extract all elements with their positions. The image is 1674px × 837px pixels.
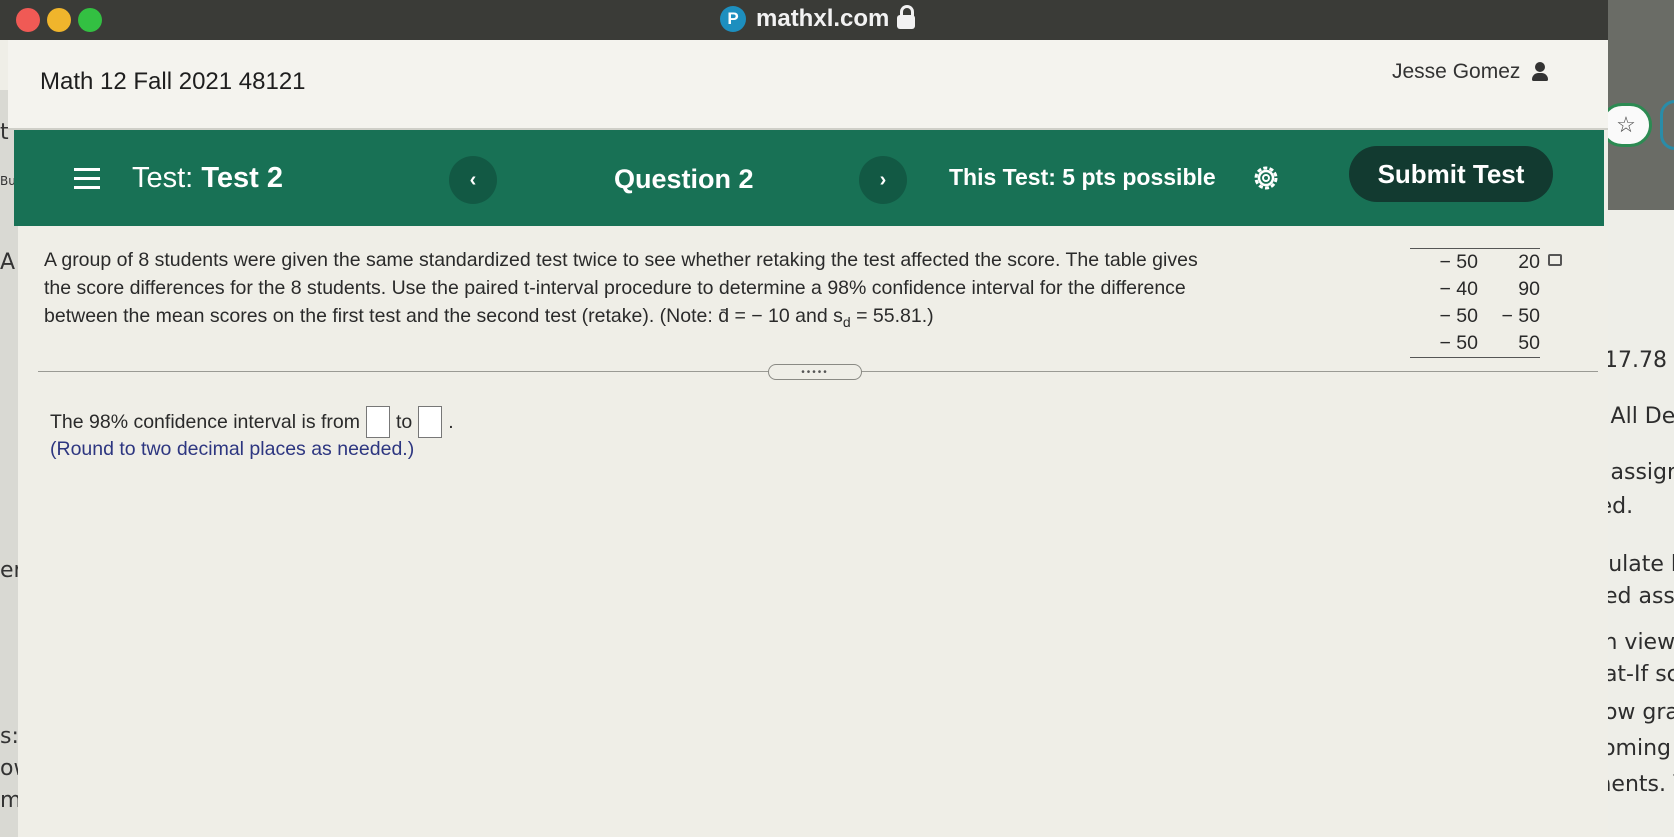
question-line: the score differences for the 8 students…: [44, 277, 1186, 299]
table-cell: − 50: [1439, 305, 1479, 327]
answer-line: The 98% confidence interval is from to .: [50, 406, 454, 438]
table-cell: − 50: [1501, 305, 1541, 327]
bg-text: ow t: [0, 756, 20, 781]
chevron-left-icon: ‹: [469, 168, 477, 191]
previous-question-button[interactable]: ‹: [449, 156, 497, 204]
gear-icon[interactable]: [1251, 163, 1281, 193]
hamburger-menu-icon[interactable]: [74, 168, 100, 189]
question-panel: A group of 8 students were given the sam…: [18, 226, 1598, 837]
lower-bound-input[interactable]: [365, 406, 390, 438]
user-icon: [1532, 62, 1549, 82]
points-possible: This Test: 5 pts possible: [949, 164, 1216, 190]
resize-handle[interactable]: •••••: [768, 364, 862, 380]
table-row: − 50 − 50: [1410, 303, 1541, 330]
table-cell: − 50: [1439, 251, 1479, 273]
bg-text: em: [0, 558, 20, 583]
test-toolbar: Test: Test 2 ‹ Question 2 › This Test: 5…: [14, 130, 1604, 226]
question-line-text: = 55.81.): [850, 305, 934, 327]
maximize-window-button[interactable]: [78, 8, 102, 32]
question-line: between the mean scores on the first tes…: [44, 302, 1304, 336]
bg-text: mor: [0, 788, 20, 813]
user-menu[interactable]: Jesse Gomez: [1392, 60, 1549, 84]
test-name: Test 2: [201, 162, 283, 194]
pearson-logo-icon: P: [720, 6, 746, 32]
table-cell: 50: [1518, 332, 1540, 354]
test-title: Test: Test 2: [132, 162, 283, 195]
chevron-right-icon: ›: [879, 168, 887, 191]
star-icon: ☆: [1616, 112, 1636, 137]
url-text: mathxl.com: [756, 5, 890, 32]
upper-bound-input[interactable]: [418, 406, 443, 438]
submit-test-button[interactable]: Submit Test: [1349, 146, 1553, 202]
lock-icon: [897, 5, 916, 29]
table-cell: 90: [1518, 278, 1540, 300]
background-ring-button: [1660, 100, 1674, 150]
table-row: − 40 90: [1410, 276, 1541, 303]
table-cell: − 40: [1439, 278, 1479, 300]
question-label: Question 2: [614, 164, 754, 194]
title-bar: P mathxl.com: [0, 0, 1608, 40]
bg-text: A: [0, 250, 16, 275]
url-bar[interactable]: P mathxl.com: [720, 4, 916, 34]
answer-prefix: The 98% confidence interval is from: [50, 410, 360, 433]
rounding-note: (Round to two decimal places as needed.): [50, 438, 415, 460]
question-line: A group of 8 students were given the sam…: [44, 249, 1198, 271]
next-question-button[interactable]: ›: [859, 156, 907, 204]
browser-window: P mathxl.com t Bu A em s: Ca ow t mor Ma…: [0, 0, 1608, 837]
bg-text: s: Ca: [0, 724, 20, 749]
question-text: A group of 8 students were given the sam…: [44, 246, 1304, 336]
table-row: − 50 20: [1410, 249, 1541, 276]
question-line-text: between the mean scores on the first tes…: [44, 305, 843, 327]
subscript-d: d: [842, 313, 851, 330]
table-row: − 50 50: [1410, 330, 1541, 357]
answer-to: to: [395, 410, 413, 433]
score-difference-table: − 50 20 − 40 90 − 50 − 50 − 50 50: [1410, 248, 1540, 358]
course-title: Math 12 Fall 2021 48121: [40, 68, 306, 95]
table-cell: − 50: [1439, 332, 1479, 354]
test-prefix: Test:: [132, 162, 194, 194]
minimize-window-button[interactable]: [47, 8, 71, 32]
course-header: Math 12 Fall 2021 48121 Jesse Gomez: [8, 40, 1608, 130]
table-cell: 20: [1518, 251, 1540, 273]
user-name: Jesse Gomez: [1392, 60, 1521, 83]
close-window-button[interactable]: [16, 8, 40, 32]
background-app-right: 117.78 e All De e assign ted. lculate b …: [1590, 210, 1674, 837]
answer-suffix: .: [448, 410, 454, 433]
copy-table-icon[interactable]: [1548, 254, 1562, 266]
